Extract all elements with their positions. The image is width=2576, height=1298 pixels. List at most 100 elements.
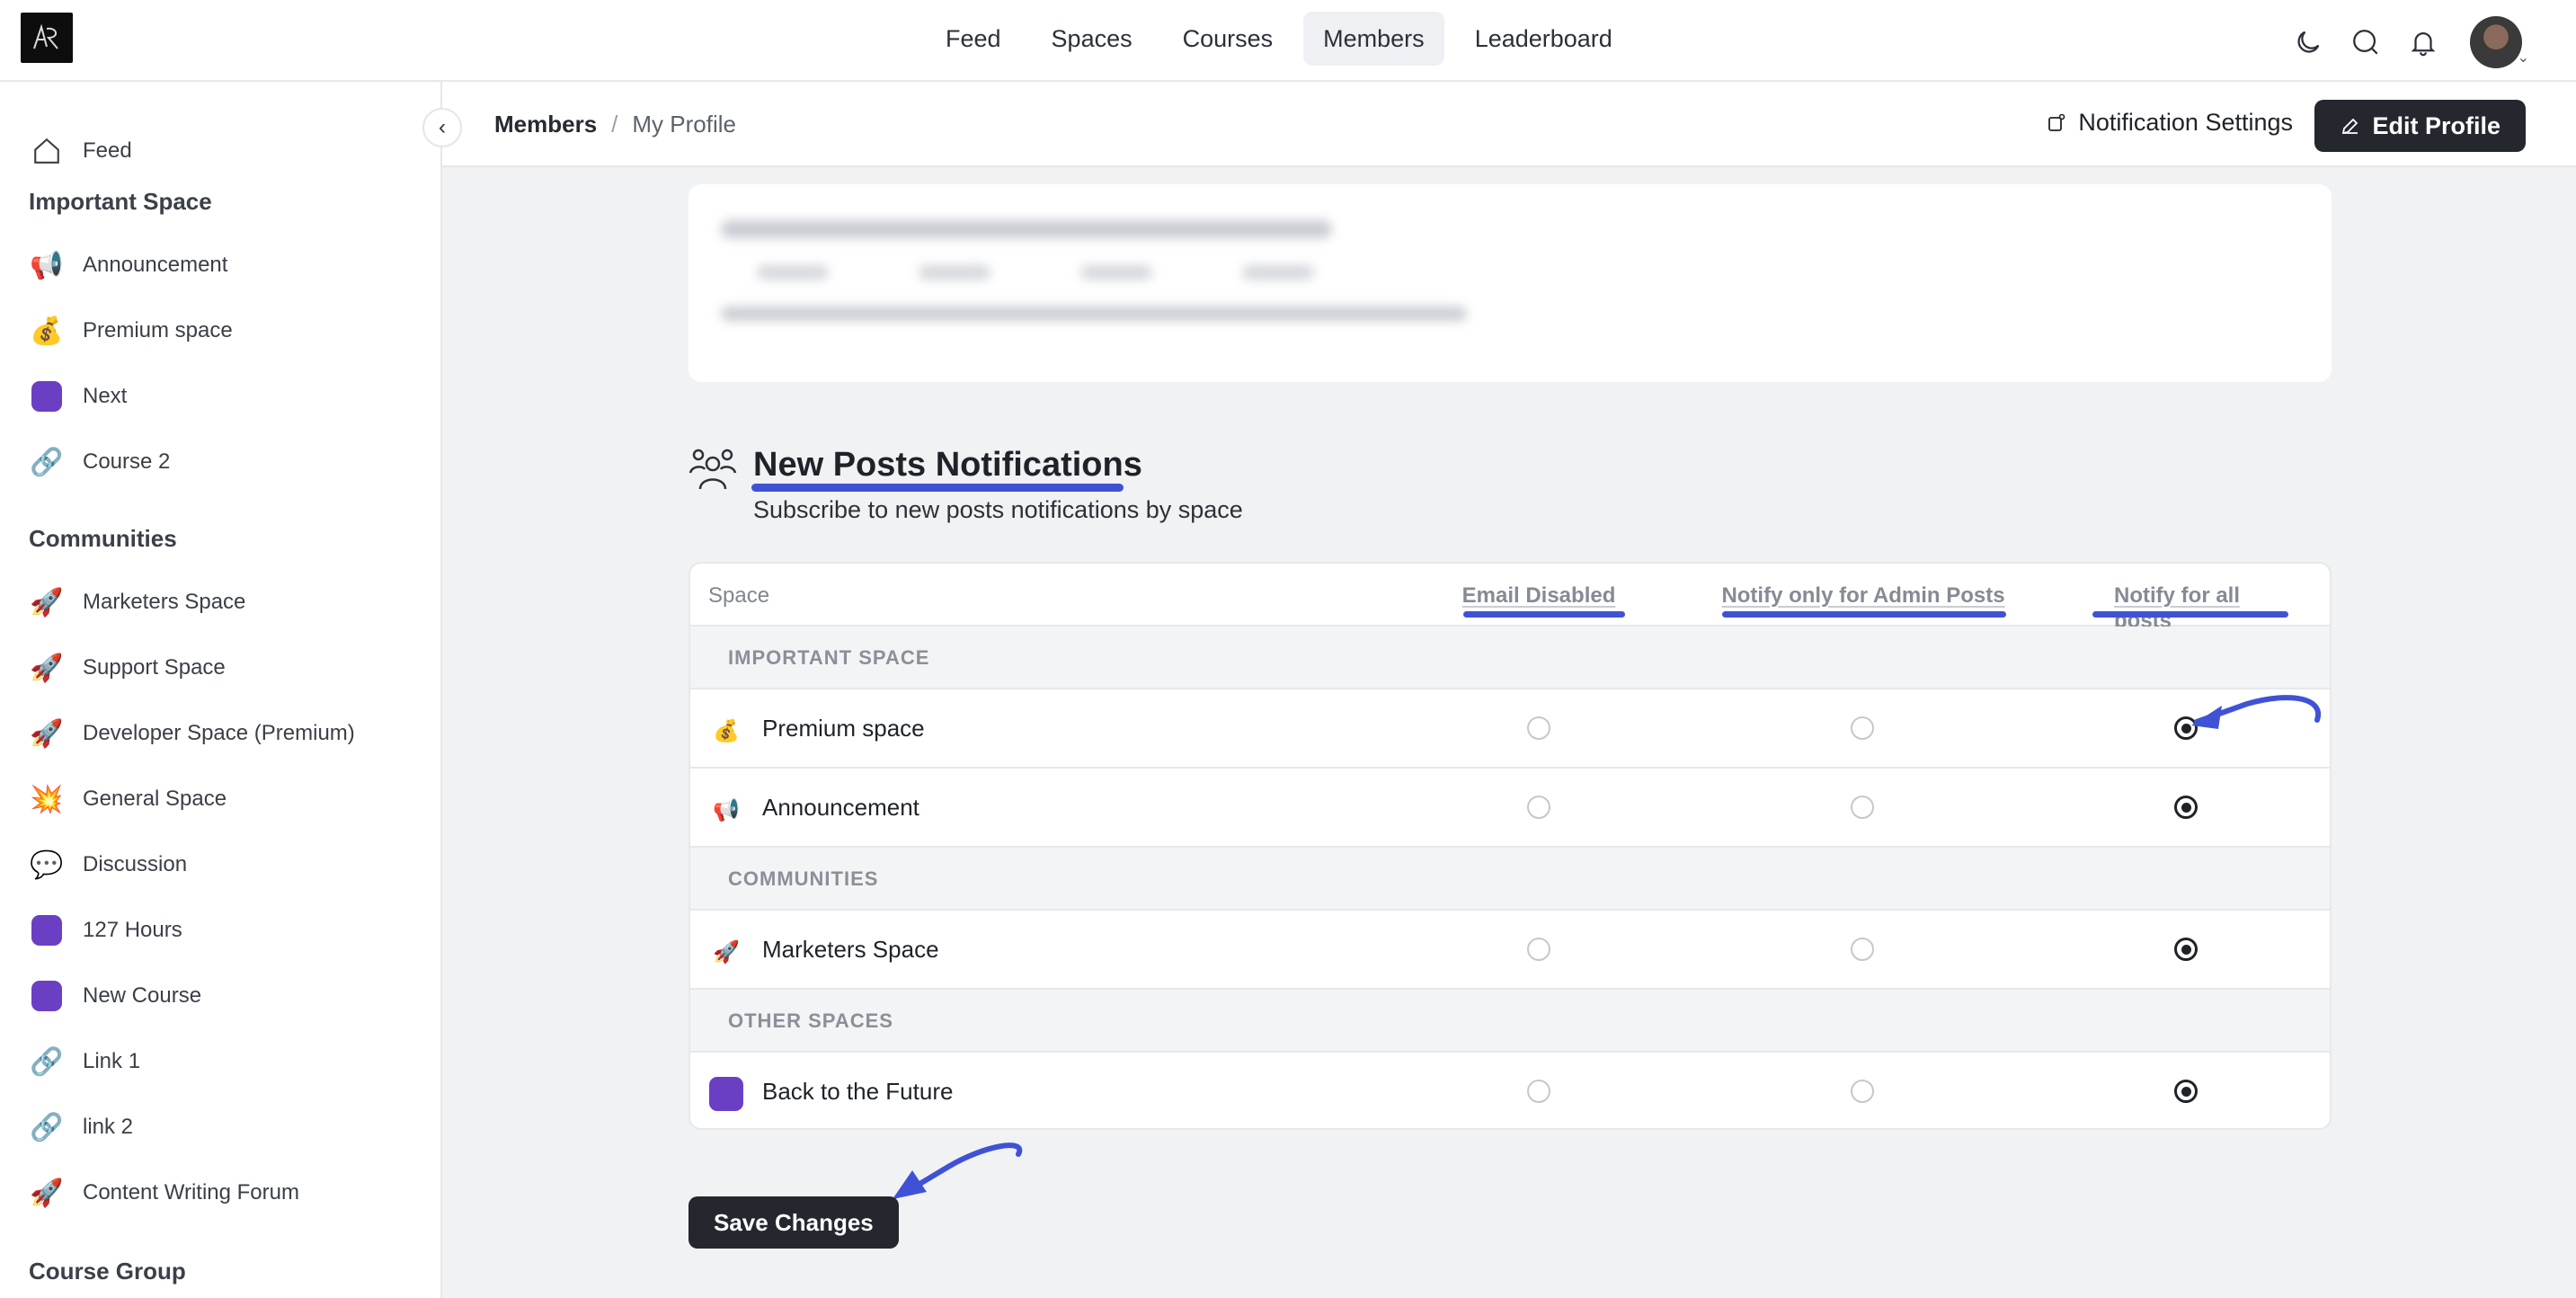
group-row-important-space: IMPORTANT SPACE — [690, 627, 2330, 689]
sidebar-item-label: Discussion — [83, 852, 188, 876]
column-header-space: Space — [708, 583, 770, 608]
breadcrumb-separator: / — [611, 111, 618, 138]
annotation-underline — [1463, 611, 1625, 618]
group-row-other-spaces: OTHER SPACES — [690, 990, 2330, 1053]
chevron-left-icon: ‹ — [439, 115, 446, 139]
sidebar-item-label: Developer Space (Premium) — [83, 721, 355, 745]
notification-settings-label: Notification Settings — [2078, 109, 2293, 136]
sidebar: Feed Important Space 📢 Announcement 💰 Pr… — [0, 82, 442, 1298]
radio-admin-posts[interactable] — [1851, 1080, 1874, 1103]
radio-email-disabled[interactable] — [1527, 796, 1550, 819]
rocket-icon: 🚀 — [30, 653, 64, 683]
sidebar-item-label: Premium space — [83, 318, 233, 342]
breadcrumb-my-profile: My Profile — [632, 111, 736, 138]
radio-admin-posts[interactable] — [1851, 938, 1874, 961]
sidebar-heading-important-space: Important Space — [29, 188, 212, 215]
sidebar-item-link-2[interactable]: 🔗 link 2 — [29, 1102, 133, 1152]
link-icon: 🔗 — [30, 1046, 64, 1077]
money-bag-icon: 💰 — [30, 316, 64, 346]
radio-email-disabled[interactable] — [1527, 1080, 1550, 1103]
section-subtitle: Subscribe to new posts notifications by … — [753, 496, 1243, 523]
table-row: Back to the Future — [690, 1053, 2330, 1128]
annotation-underline — [2092, 611, 2288, 618]
breadcrumb: Members / My Profile — [494, 111, 736, 138]
radio-all-posts[interactable] — [2174, 796, 2198, 819]
breadcrumb-members[interactable]: Members — [494, 111, 597, 138]
notification-settings-link[interactable]: Notification Settings — [2046, 109, 2293, 137]
sidebar-item-content-writing-forum[interactable]: 🚀 Content Writing Forum — [29, 1168, 299, 1218]
sidebar-item-premium-space[interactable]: 💰 Premium space — [29, 306, 233, 356]
rocket-icon: 🚀 — [30, 587, 64, 618]
row-space-name: Announcement — [762, 794, 919, 821]
group-label: COMMUNITIES — [728, 867, 879, 890]
user-avatar[interactable]: ⌄ — [2470, 16, 2529, 68]
sidebar-item-new-course[interactable]: New Course — [29, 971, 201, 1021]
link-icon: 🔗 — [30, 447, 64, 477]
sidebar-item-feed[interactable]: Feed — [29, 126, 132, 176]
nav-feed[interactable]: Feed — [926, 12, 1021, 66]
blurred-settings-card — [688, 184, 2332, 382]
nav-spaces[interactable]: Spaces — [1032, 12, 1152, 66]
radio-all-posts[interactable] — [2174, 938, 2198, 961]
sidebar-item-link-1[interactable]: 🔗 Link 1 — [29, 1036, 140, 1087]
page-header: Members / My Profile Notification Settin… — [442, 82, 2576, 167]
money-bag-icon: 💰 — [713, 718, 740, 743]
table-row: 💰 Premium space — [690, 689, 2330, 769]
radio-admin-posts[interactable] — [1851, 796, 1874, 819]
logo-monogram-icon — [33, 23, 58, 49]
sidebar-item-label: link 2 — [83, 1115, 134, 1139]
edit-profile-label: Edit Profile — [2372, 111, 2500, 139]
annotation-underline — [751, 484, 1124, 492]
edit-profile-button[interactable]: Edit Profile — [2314, 100, 2526, 152]
sidebar-item-label: New Course — [83, 983, 202, 1008]
pencil-icon — [2342, 118, 2358, 135]
radio-all-posts[interactable] — [2174, 1080, 2198, 1103]
rocket-icon: 🚀 — [30, 1178, 64, 1208]
sidebar-item-label: Marketers Space — [83, 590, 246, 614]
sidebar-collapse-button[interactable]: ‹ — [422, 108, 462, 147]
radio-admin-posts[interactable] — [1851, 716, 1874, 740]
sidebar-item-label: Next — [83, 384, 128, 408]
nav-courses[interactable]: Courses — [1163, 12, 1293, 66]
save-changes-button[interactable]: Save Changes — [688, 1196, 899, 1249]
row-space-name: Marketers Space — [762, 936, 939, 963]
collision-icon: 💥 — [30, 784, 64, 814]
megaphone-icon: 📢 — [30, 250, 64, 280]
table-row: 📢 Announcement — [690, 769, 2330, 848]
nav-members[interactable]: Members — [1303, 12, 1444, 66]
sidebar-item-developer-space[interactable]: 🚀 Developer Space (Premium) — [29, 708, 355, 759]
sidebar-item-label: Support Space — [83, 655, 226, 680]
radio-email-disabled[interactable] — [1527, 716, 1550, 740]
community-logo[interactable] — [21, 13, 73, 63]
row-space-name: Back to the Future — [762, 1078, 954, 1105]
megaphone-icon: 📢 — [713, 797, 740, 822]
sidebar-item-label: 127 Hours — [83, 918, 182, 942]
sidebar-item-announcement[interactable]: 📢 Announcement — [29, 240, 227, 290]
external-settings-icon — [2048, 113, 2065, 131]
moon-icon[interactable] — [2292, 26, 2324, 58]
sidebar-item-label: Course 2 — [83, 449, 171, 474]
column-header-admin-posts: Notify only for Admin Posts — [1721, 583, 2005, 608]
table-row: 🚀 Marketers Space — [690, 911, 2330, 990]
sidebar-item-next[interactable]: Next — [29, 371, 127, 422]
nav-leaderboard[interactable]: Leaderboard — [1455, 12, 1632, 66]
main-nav: Feed Spaces Courses Members Leaderboard — [926, 12, 1632, 66]
sidebar-item-127-hours[interactable]: 127 Hours — [29, 905, 182, 956]
home-icon — [29, 133, 65, 169]
purple-square-icon — [29, 912, 65, 948]
top-actions: ⌄ — [2292, 16, 2529, 68]
group-label: IMPORTANT SPACE — [728, 646, 930, 669]
radio-email-disabled[interactable] — [1527, 938, 1550, 961]
bell-icon[interactable] — [2407, 26, 2439, 58]
search-icon[interactable] — [2349, 26, 2382, 58]
purple-square-icon — [708, 1076, 744, 1112]
sidebar-item-course-2[interactable]: 🔗 Course 2 — [29, 437, 170, 487]
users-group-icon — [688, 449, 737, 490]
sidebar-item-label: Feed — [83, 138, 132, 163]
sidebar-item-support-space[interactable]: 🚀 Support Space — [29, 643, 226, 693]
table-header: Space Email Disabled Notify only for Adm… — [690, 564, 2330, 633]
sidebar-item-discussion[interactable]: 💬 Discussion — [29, 840, 187, 890]
sidebar-item-general-space[interactable]: 💥 General Space — [29, 774, 227, 824]
sidebar-item-marketers-space[interactable]: 🚀 Marketers Space — [29, 577, 245, 627]
sidebar-item-label: Content Writing Forum — [83, 1180, 299, 1205]
